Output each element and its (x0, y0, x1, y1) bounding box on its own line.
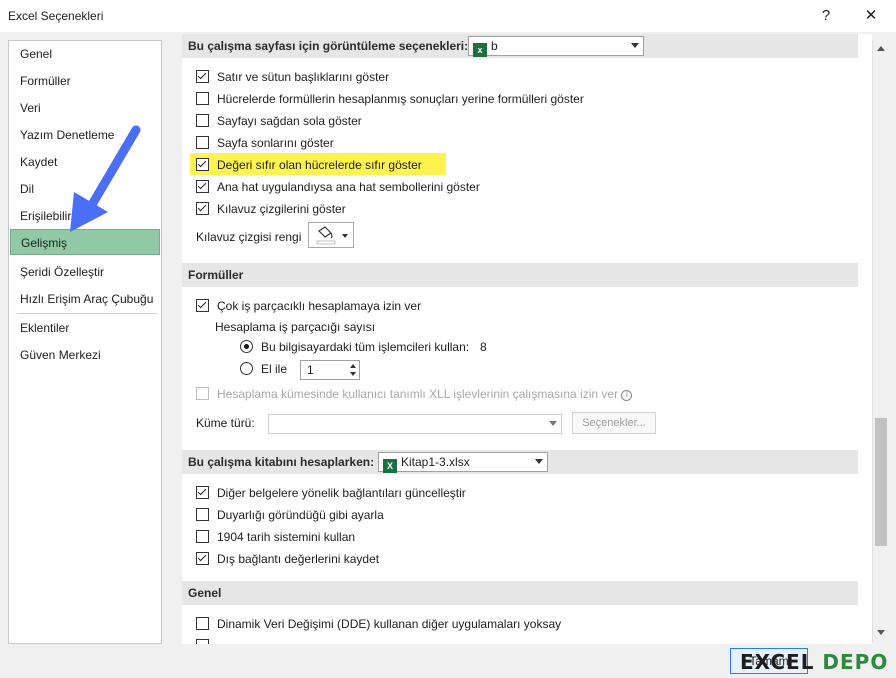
option-label: Satır ve sütun başlıklarını göster (217, 70, 390, 84)
spin-down-icon[interactable] (350, 372, 356, 376)
sidebar-item-eklentiler[interactable]: Eklentiler (10, 315, 160, 341)
thread-count-spinner[interactable]: 1 (300, 360, 360, 380)
option-row-headings[interactable]: Satır ve sütun başlıklarını göster (196, 67, 389, 87)
option-label: Dinamik Veri Değişimi (DDE) kullanan diğ… (217, 617, 562, 631)
sheet-icon: x (473, 43, 487, 57)
paint-bucket-icon (316, 226, 348, 245)
checkbox-dde[interactable] (196, 617, 209, 630)
scroll-thumb[interactable] (875, 418, 887, 546)
checkbox-show-formulas[interactable] (196, 92, 209, 105)
option-row-page-breaks[interactable]: Sayfa sonlarını göster (196, 133, 334, 153)
option-row-show-formulas[interactable]: Hücrelerde formüllerin hesaplanmış sonuç… (196, 89, 584, 109)
sidebar-item-veri[interactable]: Veri (10, 95, 160, 121)
option-label: Hücrelerde formüllerin hesaplanmış sonuç… (217, 92, 584, 106)
workbook-select-value: Kitap1-3.xlsx (401, 455, 470, 469)
radio-row-all-processors[interactable]: Bu bilgisayardaki tüm işlemcileri kullan… (240, 337, 469, 357)
radio-row-manual[interactable]: El ile (240, 359, 287, 379)
option-label: 1904 tarih sistemini kullan (217, 530, 356, 544)
settings-content: Bu çalışma sayfası için görüntüleme seçe… (182, 34, 872, 644)
info-icon: i (621, 390, 633, 401)
sidebar-item-genel[interactable]: Genel (10, 41, 160, 67)
thread-count-label: Hesaplama iş parçacığı sayısı (215, 320, 376, 334)
checkbox-precision[interactable] (196, 508, 209, 521)
content-scrollbar[interactable] (872, 40, 889, 642)
excel-file-icon: X (383, 459, 397, 473)
display-section-title: Bu çalışma sayfası için görüntüleme seçe… (188, 39, 469, 53)
chevron-down-icon (535, 459, 543, 464)
option-row-show-zero[interactable]: Değeri sıfır olan hücrelerde sıfır göste… (196, 155, 422, 175)
general-section-title: Genel (188, 586, 222, 600)
workbook-section-title: Bu çalışma kitabını hesaplarken: (188, 455, 375, 469)
spin-up-icon[interactable] (350, 364, 356, 368)
title-bar: Excel Seçenekleri ? ✕ (0, 0, 896, 32)
option-label: Sayfayı sağdan sola göster (217, 114, 362, 128)
option-label: Ana hat uygulandıysa ana hat sembollerin… (217, 180, 480, 194)
checkbox-1904[interactable] (196, 530, 209, 543)
option-label: Hesaplama kümesinde kullanıcı tanımlı XL… (217, 387, 619, 401)
checkbox-show-zero[interactable] (196, 158, 209, 171)
chevron-down-icon (631, 43, 639, 48)
checkbox-gridlines[interactable] (196, 202, 209, 215)
annotation-arrow-icon (70, 125, 141, 232)
radio-all-processors[interactable] (240, 340, 253, 353)
option-label: Bu bilgisayardaki tüm işlemcileri kullan… (261, 340, 470, 354)
option-label: Duyarlığı göründüğü gibi ayarla (217, 508, 384, 522)
gridline-color-label: Kılavuz çizgisi rengi (196, 230, 302, 244)
option-row-partial[interactable] (196, 636, 217, 644)
checkbox-xll[interactable] (196, 387, 209, 400)
spinner-value: 1 (307, 363, 314, 377)
checkbox-page-breaks[interactable] (196, 136, 209, 149)
formulas-section-header: Formüller (182, 263, 858, 287)
chevron-down-icon (549, 421, 557, 426)
cluster-type-label: Küme türü: (196, 416, 255, 430)
option-row-save-external[interactable]: Dış bağlantı değerlerini kaydet (196, 549, 379, 569)
option-label: El ile (261, 362, 288, 376)
option-row-outline-symbols[interactable]: Ana hat uygulandıysa ana hat sembollerin… (196, 177, 480, 197)
option-label: Kılavuz çizgilerini göster (217, 202, 346, 216)
checkbox-rtl[interactable] (196, 114, 209, 127)
option-row-multithread[interactable]: Çok iş parçacıklı hesaplamaya izin ver (196, 296, 421, 316)
scroll-up-icon[interactable] (877, 46, 885, 51)
sheet-select[interactable]: xb (468, 36, 644, 57)
option-label: Çok iş parçacıklı hesaplamaya izin ver (217, 299, 422, 313)
help-button[interactable]: ? (812, 4, 840, 28)
cluster-options-button[interactable]: Seçenekler... (572, 412, 656, 434)
option-row-rtl[interactable]: Sayfayı sağdan sola göster (196, 111, 362, 131)
radio-manual[interactable] (240, 362, 253, 375)
gridline-color-button[interactable] (308, 222, 354, 248)
sidebar-item-seridi-ozellestir[interactable]: Şeridi Özelleştir (10, 259, 160, 285)
option-row-update-links[interactable]: Diğer belgelere yönelik bağlantıları gün… (196, 483, 466, 503)
option-label: Dış bağlantı değerlerini kaydet (217, 552, 380, 566)
checkbox-headings[interactable] (196, 70, 209, 83)
checkbox-partial[interactable] (196, 639, 209, 644)
checkbox-outline-symbols[interactable] (196, 180, 209, 193)
option-row-gridlines[interactable]: Kılavuz çizgilerini göster (196, 199, 346, 219)
checkbox-multithread[interactable] (196, 299, 209, 312)
formulas-section-title: Formüller (188, 268, 244, 282)
window-title: Excel Seçenekleri (8, 9, 104, 23)
general-section-header: Genel (182, 581, 858, 605)
sidebar-item-formuller[interactable]: Formüller (10, 68, 160, 94)
watermark-logo: EXCEL DEPO (740, 650, 889, 674)
cluster-type-select[interactable] (268, 414, 562, 434)
sheet-select-value: b (491, 39, 498, 53)
scroll-down-icon[interactable] (877, 630, 885, 635)
checkbox-update-links[interactable] (196, 486, 209, 499)
option-row-precision[interactable]: Duyarlığı göründüğü gibi ayarla (196, 505, 384, 525)
option-row-dde[interactable]: Dinamik Veri Değişimi (DDE) kullanan diğ… (196, 614, 561, 634)
option-label: Diğer belgelere yönelik bağlantıları gün… (217, 486, 466, 500)
sidebar-item-hizli-erisim[interactable]: Hızlı Erişim Araç Çubuğu (10, 286, 160, 312)
option-row-xll[interactable]: Hesaplama kümesinde kullanıcı tanımlı XL… (196, 384, 633, 404)
option-row-1904[interactable]: 1904 tarih sistemini kullan (196, 527, 355, 547)
close-button[interactable]: ✕ (857, 4, 885, 28)
sidebar-divider (17, 313, 157, 314)
processor-count: 8 (480, 340, 487, 354)
workbook-select[interactable]: X Kitap1-3.xlsx (378, 452, 548, 473)
option-label: Sayfa sonlarını göster (217, 136, 334, 150)
checkbox-save-external[interactable] (196, 552, 209, 565)
sidebar-item-guven-merkezi[interactable]: Güven Merkezi (10, 342, 160, 368)
option-label: Değeri sıfır olan hücrelerde sıfır göste… (217, 158, 422, 172)
